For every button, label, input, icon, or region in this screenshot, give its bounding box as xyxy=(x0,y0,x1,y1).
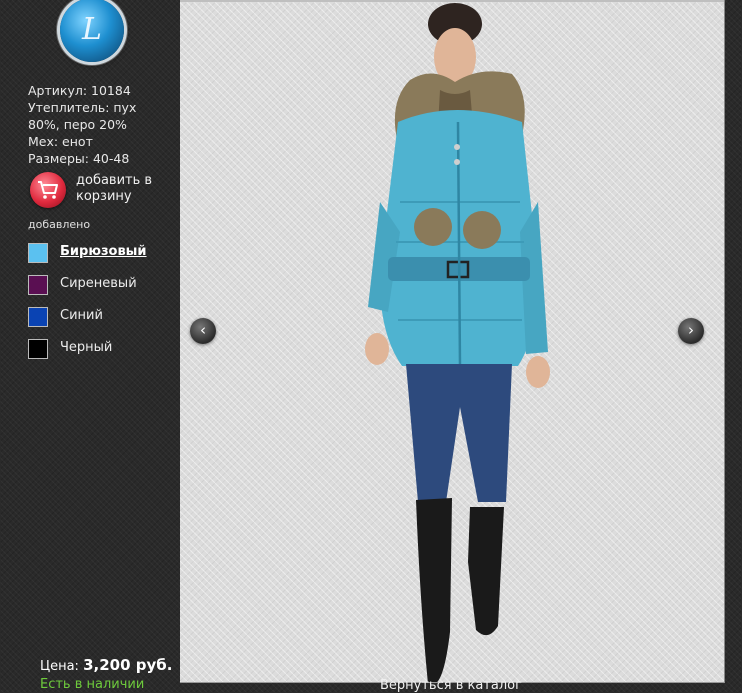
add-to-cart-link[interactable]: добавить в корзину xyxy=(76,173,166,205)
size-range: Размеры: 40-48 xyxy=(28,151,130,166)
color-swatch[interactable] xyxy=(28,275,48,295)
product-photo xyxy=(365,3,550,682)
product-image-panel: ‹ › xyxy=(180,0,725,683)
price-value: 3,200 руб. xyxy=(83,656,173,674)
color-swatch[interactable] xyxy=(28,243,48,263)
gallery-next-button[interactable]: › xyxy=(678,318,704,344)
insulation-line-1: Утеплитель: пух xyxy=(28,100,137,115)
back-to-catalog-link[interactable]: Вернуться в каталог xyxy=(380,678,522,693)
brand-logo[interactable]: L xyxy=(60,0,124,62)
logo-glyph: L xyxy=(82,12,102,47)
article-number: Артикул: 10184 xyxy=(28,83,131,98)
price-label: Цена: xyxy=(40,659,79,674)
color-label[interactable]: Сиреневый xyxy=(60,276,137,291)
cart-icon[interactable] xyxy=(30,172,66,208)
product-info: Артикул: 10184 Утеплитель: пух 80%, перо… xyxy=(28,82,158,167)
color-label[interactable]: Синий xyxy=(60,308,103,323)
color-swatch[interactable] xyxy=(28,339,48,359)
color-label[interactable]: Бирюзовый xyxy=(60,244,147,259)
fur-type: Мех: енот xyxy=(28,134,93,149)
color-label[interactable]: Черный xyxy=(60,340,112,355)
gallery-prev-button[interactable]: ‹ xyxy=(190,318,216,344)
added-status: добавлено xyxy=(28,218,91,231)
insulation-line-2: 80%, перо 20% xyxy=(28,117,127,132)
price: Цена: 3,200 руб. xyxy=(40,656,172,674)
color-swatch[interactable] xyxy=(28,307,48,327)
